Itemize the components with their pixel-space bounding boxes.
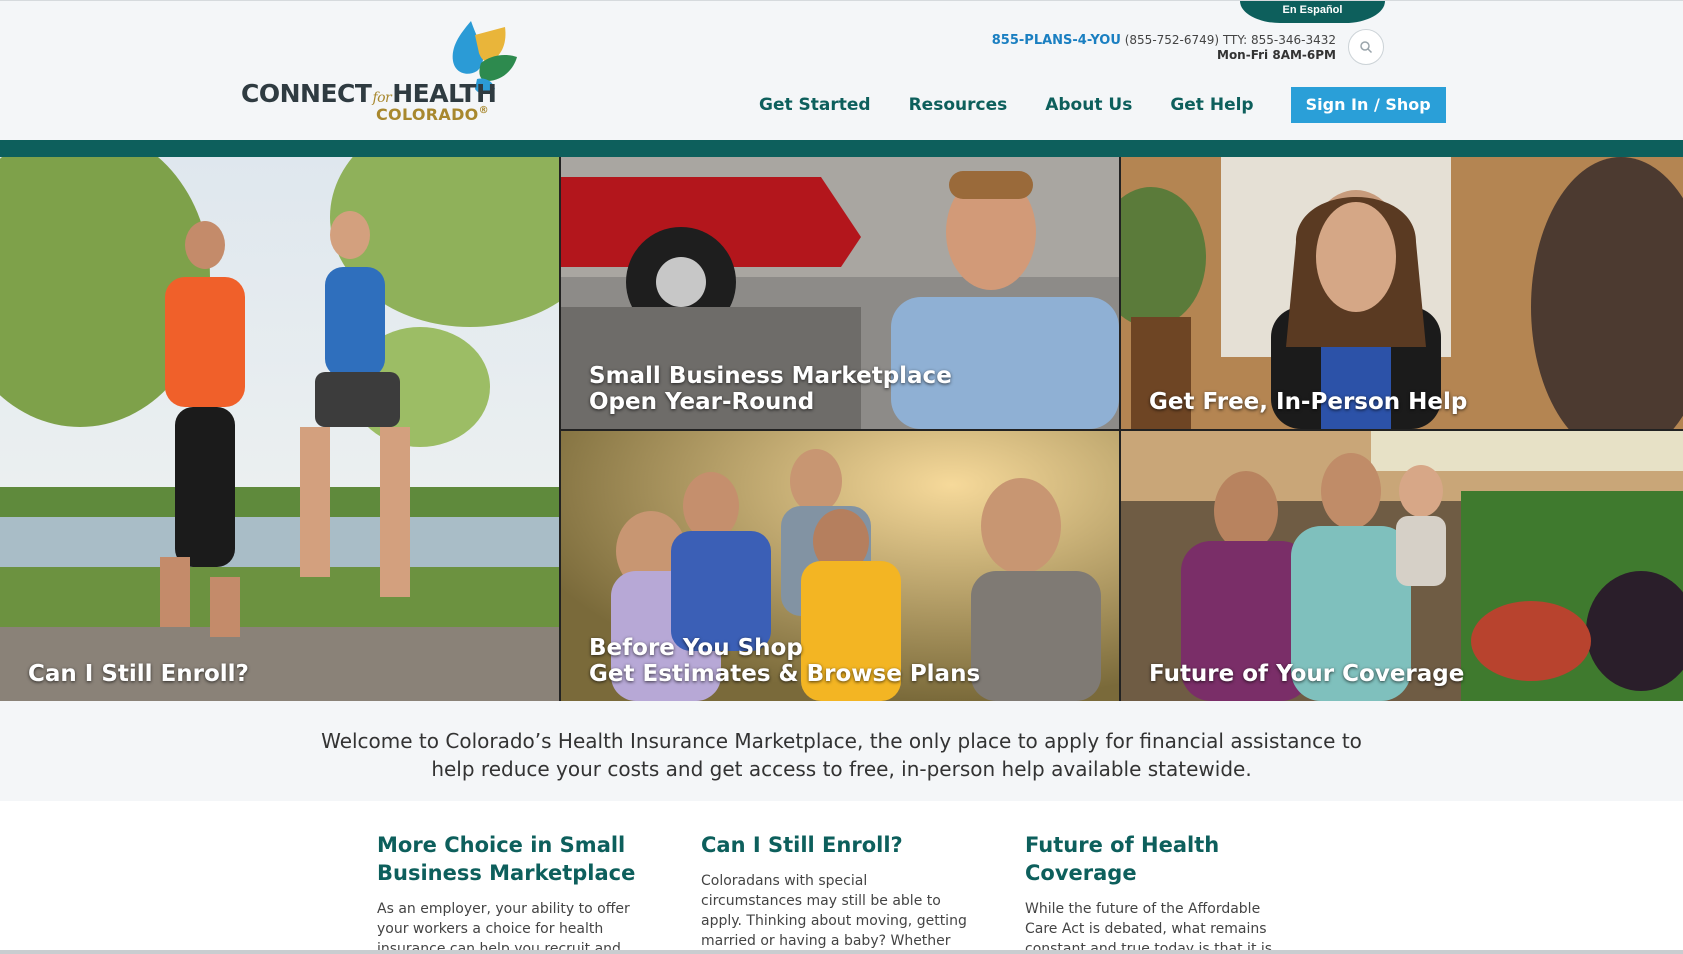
logo-connect-text: CONNECT	[241, 79, 372, 108]
header-divider-bar	[0, 140, 1683, 157]
logo-colorado-text: COLORADO®	[376, 105, 489, 124]
feature-column: Can I Still Enroll? Coloradans with spec…	[701, 831, 971, 954]
office-hours: Mon-Fri 8AM-6PM	[1217, 48, 1336, 62]
hero-grid: Can I Still Enroll? Small Business Marke…	[0, 157, 1683, 701]
hero-caption-line1: Future of Your Coverage	[1149, 661, 1465, 687]
feature-columns: More Choice in Small Business Marketplac…	[0, 801, 1683, 954]
logo-wordmark: CONNECTforHEALTH	[241, 79, 497, 108]
welcome-banner: Welcome to Colorado’s Health Insurance M…	[0, 701, 1683, 801]
phone-number: (855-752-6749)	[1124, 33, 1220, 47]
page: CONNECTforHEALTH COLORADO® En Español 85…	[0, 0, 1683, 954]
main-nav: Get Started Resources About Us Get Help …	[759, 87, 1446, 123]
hero-tile-can-i-still-enroll[interactable]: Can I Still Enroll?	[0, 157, 559, 701]
hero-tile-before-you-shop[interactable]: Before You Shop Get Estimates & Browse P…	[561, 431, 1119, 701]
hero-caption-line1: Get Free, In-Person Help	[1149, 389, 1468, 415]
feature-title-small-business[interactable]: More Choice in Small Business Marketplac…	[377, 831, 647, 887]
hero-tile-in-person-help[interactable]: Get Free, In-Person Help	[1121, 157, 1683, 429]
nav-about-us[interactable]: About Us	[1045, 95, 1132, 115]
search-button[interactable]	[1348, 29, 1384, 65]
logo-colorado-word: COLORADO	[376, 105, 479, 124]
hero-caption: Get Free, In-Person Help	[1149, 389, 1467, 415]
hero-caption: Future of Your Coverage	[1149, 661, 1464, 687]
tty-number: TTY: 855-346-3432	[1222, 33, 1336, 47]
feature-body: As an employer, your ability to offer yo…	[377, 901, 630, 954]
logo-for-text: for	[372, 90, 392, 106]
feature-title-future-coverage[interactable]: Future of Health Coverage	[1025, 831, 1295, 887]
search-icon	[1360, 41, 1373, 54]
hero-caption-line2: Open Year-Round	[589, 389, 815, 415]
runners-photo	[0, 157, 559, 701]
brand-phone-link[interactable]: 855-PLANS-4-YOU	[992, 33, 1121, 48]
hero-caption: Can I Still Enroll?	[28, 661, 249, 687]
hero-caption-line1: Before You Shop	[589, 635, 803, 661]
site-header: CONNECTforHEALTH COLORADO® En Español 85…	[0, 0, 1683, 140]
hero-caption-line1: Can I Still Enroll?	[28, 661, 249, 687]
feature-body: While the future of the Affordable Care …	[1025, 901, 1273, 954]
feature-title-can-i-still-enroll[interactable]: Can I Still Enroll?	[701, 831, 971, 859]
hero-caption: Before You Shop Get Estimates & Browse P…	[589, 635, 980, 687]
hero-caption-line1: Small Business Marketplace	[589, 363, 952, 389]
contact-phone-line: 855-PLANS-4-YOU (855-752-6749) TTY: 855-…	[992, 33, 1336, 48]
hero-caption: Small Business Marketplace Open Year-Rou…	[589, 363, 952, 415]
window-bottom-edge	[0, 950, 1683, 954]
sign-in-shop-button[interactable]: Sign In / Shop	[1290, 87, 1446, 123]
feature-column: Future of Health Coverage While the futu…	[1025, 831, 1295, 954]
logo-health-text: HEALTH	[392, 79, 497, 108]
nav-resources[interactable]: Resources	[909, 95, 1008, 115]
nav-get-started[interactable]: Get Started	[759, 95, 871, 115]
language-toggle[interactable]: En Español	[1240, 1, 1385, 23]
hero-tile-future-coverage[interactable]: Future of Your Coverage	[1121, 431, 1683, 701]
nav-get-help[interactable]: Get Help	[1170, 95, 1253, 115]
hero-tile-small-business[interactable]: Small Business Marketplace Open Year-Rou…	[561, 157, 1119, 429]
feature-column: More Choice in Small Business Marketplac…	[377, 831, 647, 954]
feature-body: Coloradans with special circumstances ma…	[701, 873, 967, 954]
site-logo[interactable]: CONNECTforHEALTH COLORADO®	[241, 19, 531, 129]
logo-registered-mark: ®	[478, 105, 489, 116]
language-toggle-label: En Español	[1282, 4, 1343, 16]
contact-info: 855-PLANS-4-YOU (855-752-6749) TTY: 855-…	[992, 33, 1336, 62]
welcome-text: Welcome to Colorado’s Health Insurance M…	[321, 729, 1362, 781]
hero-caption-line2: Get Estimates & Browse Plans	[589, 661, 981, 687]
